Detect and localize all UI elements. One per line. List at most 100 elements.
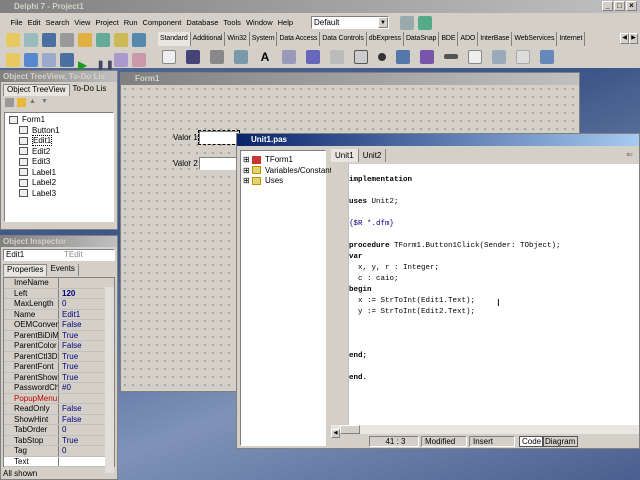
inspector-scrollbar[interactable] xyxy=(105,287,114,473)
edit1-field[interactable] xyxy=(198,130,240,145)
label-icon[interactable]: A xyxy=(258,50,272,64)
tab-object-treeview[interactable]: Object TreeView xyxy=(3,84,70,96)
save-all-icon[interactable] xyxy=(60,33,74,47)
object-selector[interactable]: Edit1 TEdit xyxy=(3,249,115,261)
save-desktop-icon[interactable] xyxy=(400,16,414,30)
palette-tab-webservices[interactable]: WebServices xyxy=(512,32,558,46)
horizontal-scrollbar[interactable]: ◀ xyxy=(331,425,639,438)
palette-tab-ado[interactable]: ADO xyxy=(458,32,479,46)
actionlist-icon[interactable] xyxy=(540,50,554,64)
tab-todo-list[interactable]: To-Do Lis xyxy=(70,84,110,96)
property-row[interactable]: Name Edit1 xyxy=(4,309,114,320)
view-form-icon[interactable] xyxy=(24,53,38,67)
menu-component[interactable]: Component xyxy=(140,15,184,30)
menu-view[interactable]: View xyxy=(72,15,93,30)
radiogroup-icon[interactable] xyxy=(492,50,506,64)
palette-tab-internet[interactable]: Internet xyxy=(557,32,586,46)
step-over-icon[interactable] xyxy=(132,53,146,67)
tab-unit2[interactable]: Unit2 xyxy=(357,149,387,162)
folder-icon[interactable] xyxy=(17,98,26,107)
new-icon[interactable] xyxy=(6,33,20,47)
menu-run[interactable]: Run xyxy=(121,15,140,30)
label-valor2[interactable]: Valor 2 xyxy=(173,159,198,168)
tree-item-label3[interactable]: Label3 xyxy=(9,189,109,200)
palette-tab-additional[interactable]: Additional xyxy=(191,32,226,46)
palette-tab-data-controls[interactable]: Data Controls xyxy=(320,32,367,46)
menu-tools[interactable]: Tools xyxy=(221,15,244,30)
menu-project[interactable]: Project xyxy=(93,15,121,30)
button-icon[interactable] xyxy=(330,50,344,64)
chevron-down-icon[interactable]: ▼ xyxy=(378,17,388,28)
palette-scroll-left-button[interactable]: ◀ xyxy=(620,33,629,44)
scroll-thumb[interactable] xyxy=(340,425,360,434)
panel-icon[interactable] xyxy=(516,50,530,64)
save-icon[interactable] xyxy=(42,33,56,47)
toggle-form-unit-icon[interactable] xyxy=(42,53,56,67)
tree-item-edit2[interactable]: Edit2 xyxy=(9,147,109,158)
history-nav-icon[interactable]: ⇐ xyxy=(626,150,633,159)
palette-scroll-right-button[interactable]: ▶ xyxy=(629,33,638,44)
tab-properties[interactable]: Properties xyxy=(3,264,48,276)
new-form-icon[interactable] xyxy=(60,53,74,67)
label-valor1[interactable]: Valor 1 xyxy=(173,133,198,142)
maximize-button[interactable]: □ xyxy=(614,1,625,11)
palette-tab-datasnap[interactable]: DataSnap xyxy=(404,32,440,46)
property-row[interactable]: OEMConvert False xyxy=(4,320,114,331)
help-icon[interactable] xyxy=(132,33,146,47)
menu-file[interactable]: File xyxy=(8,15,25,30)
explorer-item-tform1[interactable]: ⊞ TForm1 xyxy=(243,155,323,166)
frames-icon[interactable] xyxy=(186,50,200,64)
palette-tab-dbexpress[interactable]: dbExpress xyxy=(367,32,404,46)
property-row[interactable]: ParentBiDiModTrue xyxy=(4,330,114,341)
edit-icon[interactable] xyxy=(282,50,296,64)
combobox-icon[interactable] xyxy=(420,50,434,64)
minimize-button[interactable]: _ xyxy=(602,1,613,11)
tab-diagram[interactable]: Diagram xyxy=(542,436,579,447)
tree-item-edit3[interactable]: Edit3 xyxy=(9,157,109,168)
tab-unit1[interactable]: Unit1 xyxy=(331,149,358,162)
mainmenu-icon[interactable] xyxy=(210,50,224,64)
popupmenu-icon[interactable] xyxy=(234,50,248,64)
tree-item-label1[interactable]: Label1 xyxy=(9,168,109,179)
tree-item-label2[interactable]: Label2 xyxy=(9,178,109,189)
menu-window[interactable]: Window xyxy=(243,15,275,30)
palette-tab-standard[interactable]: Standard xyxy=(158,32,191,46)
property-row[interactable]: ParentFont True xyxy=(4,362,114,373)
close-button[interactable]: × xyxy=(626,1,637,11)
code-area[interactable]: implementation uses Unit2; {$R *.dfm} proce… xyxy=(349,164,639,426)
tree-item-button1[interactable]: Button1 xyxy=(9,126,109,137)
property-row[interactable]: MaxLength 0 xyxy=(4,299,114,310)
scrollbar-icon[interactable] xyxy=(444,54,458,59)
tree-item-form1[interactable]: Form1 xyxy=(9,115,109,126)
property-row[interactable]: ReadOnly False xyxy=(4,404,114,415)
set-debug-desktop-icon[interactable] xyxy=(418,16,432,30)
property-row[interactable]: TabStop True xyxy=(4,435,114,446)
menu-help[interactable]: Help xyxy=(275,15,295,30)
memo-icon[interactable] xyxy=(306,50,320,64)
delete-icon[interactable] xyxy=(5,98,14,107)
palette-tab-system[interactable]: System xyxy=(250,32,278,46)
add-file-icon[interactable] xyxy=(96,33,110,47)
palette-tab-win32[interactable]: Win32 xyxy=(225,32,250,46)
up-arrow-icon[interactable]: ▲ xyxy=(29,98,38,110)
property-row[interactable]: Left 120 xyxy=(4,288,114,299)
property-row[interactable]: ImeName xyxy=(4,278,114,289)
menu-edit[interactable]: Edit xyxy=(25,15,43,30)
desktop-combo[interactable]: Default ▼ xyxy=(311,16,389,29)
palette-tab-data-access[interactable]: Data Access xyxy=(277,32,321,46)
listbox-icon[interactable] xyxy=(396,50,410,64)
explorer-item-variables[interactable]: ⊞ Variables/Constants xyxy=(243,166,336,177)
menu-search[interactable]: Search xyxy=(43,15,72,30)
property-row[interactable]: ShowHint False xyxy=(4,414,114,425)
property-row[interactable]: PopupMenu xyxy=(4,393,114,404)
property-row[interactable]: ParentCtl3D True xyxy=(4,351,114,362)
property-row[interactable]: PasswordChar#0 xyxy=(4,383,114,394)
property-row[interactable]: Text xyxy=(4,456,114,467)
tree-item-edit1[interactable]: Edit1 xyxy=(9,135,109,147)
property-row[interactable]: Tag 0 xyxy=(4,446,114,457)
down-arrow-icon[interactable]: ▼ xyxy=(41,98,50,110)
tab-events[interactable]: Events xyxy=(47,264,79,276)
remove-file-icon[interactable] xyxy=(114,33,128,47)
checkbox-icon[interactable] xyxy=(354,50,368,64)
palette-tab-bde[interactable]: BDE xyxy=(439,32,459,46)
